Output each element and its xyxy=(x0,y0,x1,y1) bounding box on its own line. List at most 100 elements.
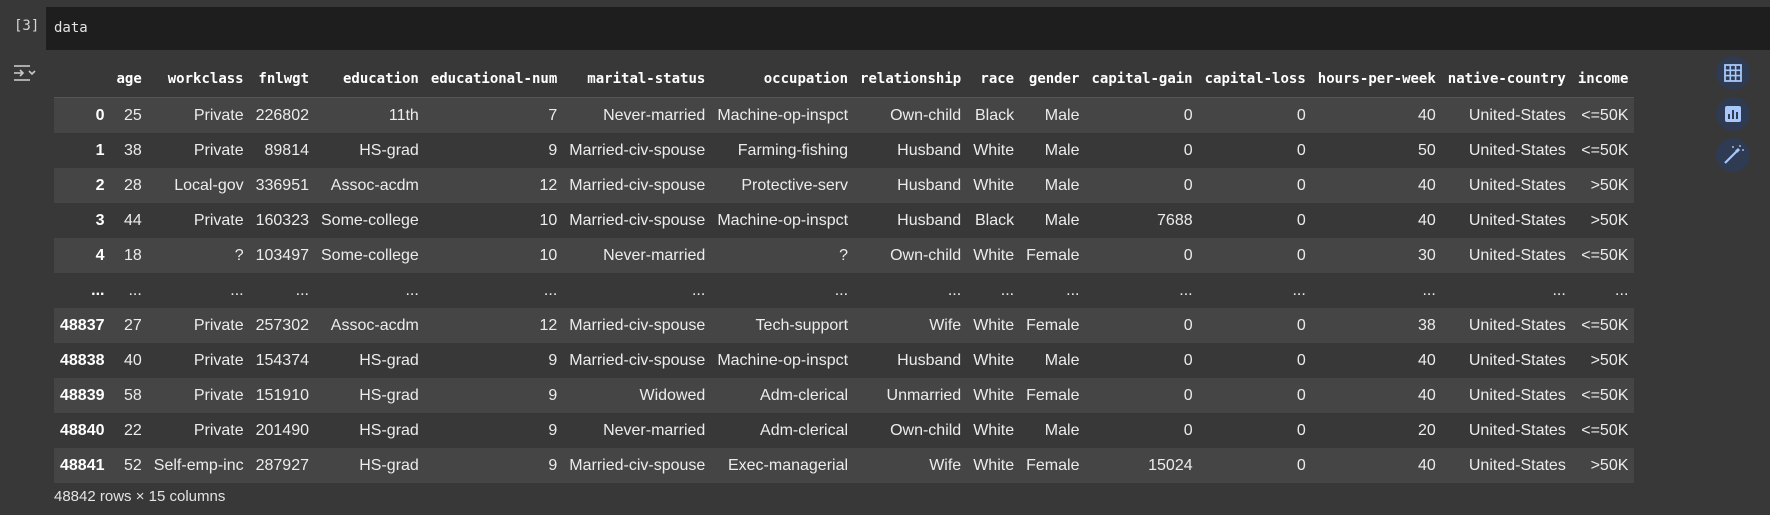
table-cell: 154374 xyxy=(255,351,309,369)
column-header: relationship xyxy=(854,60,968,98)
table-cell: Private xyxy=(193,421,244,439)
table-cell: 0 xyxy=(1183,141,1193,159)
table-cell: 40 xyxy=(1418,386,1436,404)
generate-code-button[interactable] xyxy=(1716,138,1750,172)
table-cell: White xyxy=(973,176,1015,194)
table-cell: Married-civ-spouse xyxy=(569,141,706,159)
table-cell: Male xyxy=(1044,106,1080,124)
table-cell: HS-grad xyxy=(359,351,419,369)
table-cell: ... xyxy=(1179,281,1193,299)
table-cell: 40 xyxy=(1418,106,1436,124)
table-cell: 44 xyxy=(124,211,142,229)
column-header: native-country xyxy=(1441,60,1572,98)
column-header: gender xyxy=(1020,60,1086,98)
column-header: capital-gain xyxy=(1085,60,1199,98)
table-row: 48841 52 Self-emp-inc 287927 HS-grad 9 Married… xyxy=(54,448,1635,483)
table-cell: Never-married xyxy=(603,421,706,439)
table-cell: 15024 xyxy=(1148,456,1193,474)
dataframe-shape-label: 48842 rows × 15 columns xyxy=(54,488,226,505)
column-header: workclass xyxy=(147,60,250,98)
code-cell[interactable]: [3] data xyxy=(0,0,1770,52)
table-cell: White xyxy=(973,351,1015,369)
code-editor[interactable]: data xyxy=(46,7,1770,50)
table-cell: 0 xyxy=(1183,421,1193,439)
table-cell: ... xyxy=(405,281,419,299)
table-cell: 0 xyxy=(1296,106,1306,124)
table-cell: United-States xyxy=(1468,246,1566,264)
table-cell: 27 xyxy=(124,316,142,334)
table-cell: 40 xyxy=(1418,211,1436,229)
table-cell: Machine-op-inspct xyxy=(717,106,849,124)
table-cell: 89814 xyxy=(264,141,310,159)
table-cell: 0 xyxy=(1296,386,1306,404)
table-cell: Married-civ-spouse xyxy=(569,456,706,474)
table-cell: ? xyxy=(234,246,244,264)
table-cell: ... xyxy=(691,281,706,299)
table-cell: 30 xyxy=(1418,246,1436,264)
table-cell: Never-married xyxy=(603,106,706,124)
table-cell: ... xyxy=(947,281,962,299)
row-index: 0 xyxy=(95,106,105,124)
table-cell: 0 xyxy=(1296,456,1306,474)
table-cell: Some-college xyxy=(321,211,419,229)
table-cell: Private xyxy=(193,211,244,229)
table-cell: ... xyxy=(128,281,142,299)
table-row: 48838 40 Private 154374 HS-grad 9 Married-civ-… xyxy=(54,343,1635,378)
column-header: educational-num xyxy=(424,60,564,98)
table-cell: Machine-op-inspct xyxy=(717,351,849,369)
table-cell: 28 xyxy=(124,176,142,194)
table-cell: 9 xyxy=(548,386,558,404)
table-cell: 0 xyxy=(1183,246,1193,264)
table-cell: Husband xyxy=(897,351,962,369)
table-cell: 25 xyxy=(124,106,142,124)
table-cell: Own-child xyxy=(890,246,962,264)
table-cell: 20 xyxy=(1418,421,1436,439)
interactive-table-button[interactable] xyxy=(1716,56,1750,90)
table-cell: Assoc-acdm xyxy=(330,316,419,334)
table-cell: ... xyxy=(834,281,849,299)
table-cell: Self-emp-inc xyxy=(153,456,244,474)
row-index: 48837 xyxy=(60,316,105,334)
code-line: data xyxy=(54,20,88,36)
table-cell: White xyxy=(973,386,1015,404)
table-cell: <=50K xyxy=(1581,246,1629,264)
table-cell: Male xyxy=(1044,176,1080,194)
table-cell: White xyxy=(973,141,1015,159)
table-cell: White xyxy=(973,456,1015,474)
table-row: 48839 58 Private 151910 HS-grad 9 Widowed Adm-c… xyxy=(54,378,1635,413)
output-collapse-icon xyxy=(14,65,36,81)
table-cell: ... xyxy=(1615,281,1629,299)
row-index: 4 xyxy=(95,246,105,264)
table-cell: Protective-serv xyxy=(741,176,849,194)
table-cell: Adm-clerical xyxy=(760,386,849,404)
column-header: education xyxy=(315,60,425,98)
table-cell: 7 xyxy=(548,106,558,124)
dataframe-container: age workclass fnlwgt education educational-n… xyxy=(54,60,1635,483)
dataframe-table: age workclass fnlwgt education educational-n… xyxy=(54,60,1635,483)
table-cell: Female xyxy=(1026,386,1080,404)
suggest-charts-button[interactable] xyxy=(1716,97,1750,131)
table-cell: United-States xyxy=(1468,351,1566,369)
index-header xyxy=(54,60,111,98)
table-cell: 40 xyxy=(1418,351,1436,369)
table-cell: 38 xyxy=(124,141,142,159)
output-collapse-button[interactable] xyxy=(12,62,42,84)
table-cell: 151910 xyxy=(255,386,309,404)
table-cell: Female xyxy=(1026,456,1080,474)
column-header: hours-per-week xyxy=(1311,60,1442,98)
table-cell: 40 xyxy=(124,351,142,369)
table-cell: Own-child xyxy=(890,421,962,439)
column-header: marital-status xyxy=(563,60,712,98)
table-cell: United-States xyxy=(1468,386,1566,404)
table-cell: <=50K xyxy=(1581,141,1629,159)
row-index: ... xyxy=(91,281,105,299)
table-cell: 0 xyxy=(1183,386,1193,404)
table-cell: >50K xyxy=(1590,456,1629,474)
table-cell: 12 xyxy=(539,316,558,334)
table-row: 48840 22 Private 201490 HS-grad 9 Never-marrie… xyxy=(54,413,1635,448)
table-cell: White xyxy=(973,246,1015,264)
table-cell: Male xyxy=(1044,351,1080,369)
table-cell: >50K xyxy=(1590,176,1629,194)
table-cell: 52 xyxy=(124,456,142,474)
table-cell: 9 xyxy=(548,351,558,369)
